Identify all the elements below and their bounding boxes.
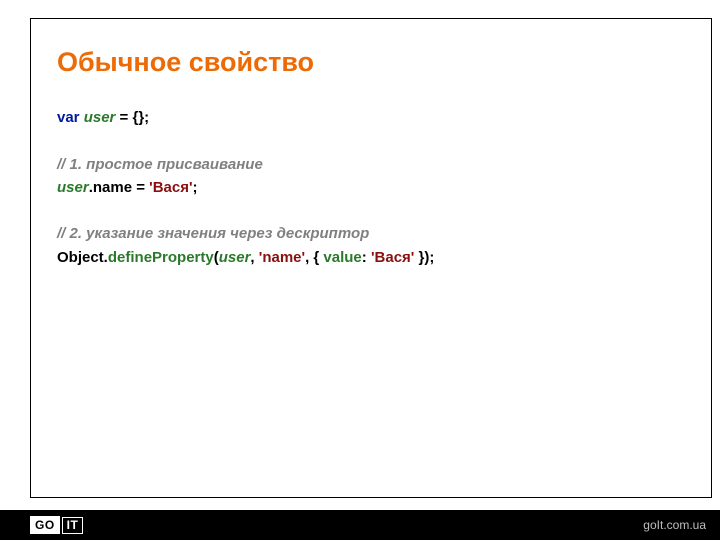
code-line-6: // 2. указание значения через дескриптор	[57, 222, 689, 245]
comment: // 2. указание значения через дескриптор	[57, 225, 369, 242]
string-literal: 'Вася'	[149, 179, 192, 196]
footer-link: goIt.com.ua	[643, 518, 706, 532]
logo-go: GO	[30, 516, 60, 534]
code-text: Object.	[57, 249, 108, 266]
slide-frame: Обычное свойство var user = {}; // 1. пр…	[30, 18, 712, 498]
string-literal: 'Вася'	[371, 249, 414, 266]
code-text: , {	[305, 249, 323, 266]
identifier-user: user	[57, 179, 89, 196]
slide-title: Обычное свойство	[57, 47, 689, 78]
identifier-user: user	[84, 109, 116, 126]
code-text: ,	[250, 249, 258, 266]
property-key: value	[323, 249, 361, 266]
code-text: ;	[193, 179, 198, 196]
code-text: = {};	[115, 109, 149, 126]
code-text: .name =	[89, 179, 149, 196]
string-literal: 'name'	[259, 249, 305, 266]
comment: // 1. простое присваивание	[57, 156, 263, 173]
code-line-7: Object.defineProperty(user, 'name', { va…	[57, 246, 689, 269]
code-block: var user = {}; // 1. простое присваивани…	[57, 106, 689, 269]
logo-it: IT	[62, 517, 84, 534]
code-line-1: var user = {};	[57, 106, 689, 129]
code-line-4: user.name = 'Вася';	[57, 176, 689, 199]
logo: GO IT	[30, 510, 83, 540]
code-text: });	[414, 249, 434, 266]
code-line-blank	[57, 199, 689, 222]
identifier-user: user	[219, 249, 251, 266]
code-text: :	[362, 249, 371, 266]
code-line-3: // 1. простое присваивание	[57, 153, 689, 176]
keyword-var: var	[57, 109, 84, 126]
code-line-blank	[57, 129, 689, 152]
method-name: defineProperty	[108, 249, 214, 266]
footer-bar: GO IT goIt.com.ua	[0, 510, 720, 540]
